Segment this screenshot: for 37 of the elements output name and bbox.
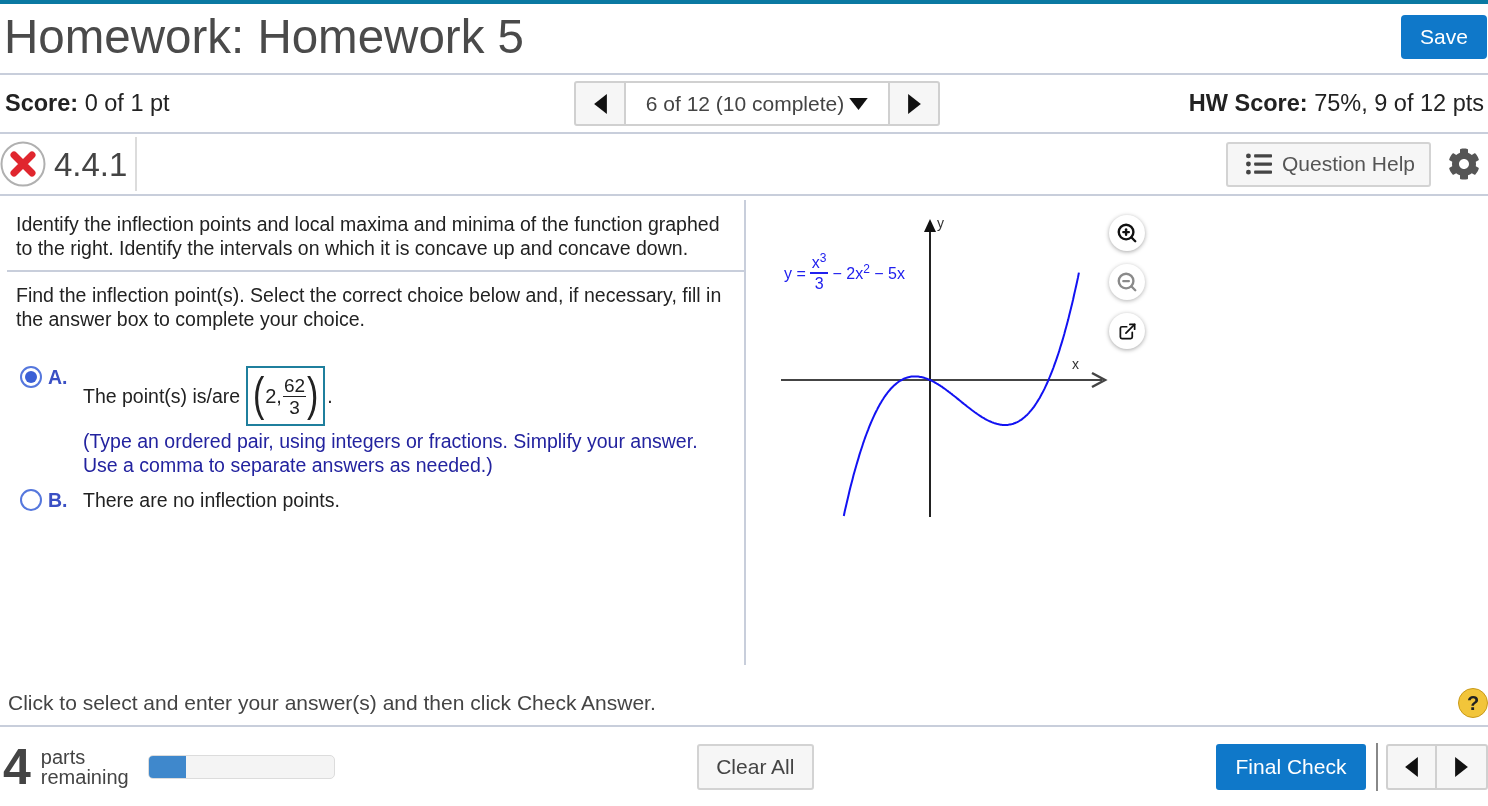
- left-triangle-icon: [593, 93, 607, 114]
- right-triangle-icon: [1455, 756, 1468, 777]
- help-button[interactable]: ?: [1458, 687, 1488, 718]
- axis-label: x: [1072, 356, 1079, 372]
- choice-text: There are no inflection points.: [83, 488, 340, 512]
- choice-text: The point(s) is/are: [83, 384, 241, 408]
- left-triangle-icon: [1405, 756, 1418, 777]
- radio-button[interactable]: [20, 489, 42, 511]
- question-dropdown[interactable]: 6 of 12 (10 complete): [626, 83, 888, 124]
- external-link-icon: [1117, 321, 1137, 341]
- caret-icon: [849, 97, 869, 110]
- save-button[interactable]: Save: [1401, 15, 1487, 59]
- zoom-out-icon: [1116, 271, 1138, 293]
- zoom-in-icon: [1116, 222, 1138, 244]
- parts-label: parts remaining: [40, 746, 130, 787]
- parts-count: 4: [3, 741, 31, 792]
- question-number: 4.4.1: [54, 147, 128, 181]
- radio-button[interactable]: [20, 366, 42, 388]
- question-help-button[interactable]: Question Help: [1226, 141, 1431, 187]
- part-prompt: Find the inflection point(s). Select the correct choice below and, if necessary, fill in the answer box to complete your choice.: [15, 283, 723, 331]
- right-triangle-icon: [907, 93, 921, 114]
- hw-score-text: HW Score: 75%, 9 of 12 pts: [1188, 88, 1484, 118]
- choice-letter: A.: [47, 366, 69, 388]
- instruction-text: Click to select and enter your answer(s) and then click Check Answer.: [8, 689, 656, 716]
- open-window-button[interactable]: [1109, 313, 1145, 349]
- question-prompt: Identify the inflection points and local maxima and minima of the function graphed to the right. Identify the intervals on which it is concave up and concave down.: [15, 212, 721, 260]
- zoom-in-button[interactable]: [1109, 215, 1145, 251]
- hint-text: (Type an ordered pair, using integers or fractions. Simplify your answer. Use a comma to separate answers as needed.): [83, 429, 699, 477]
- clear-all-button[interactable]: Clear All: [696, 743, 814, 790]
- page-title: Homework: Homework 5: [4, 12, 524, 61]
- period-text: .: [327, 384, 333, 408]
- axis-label: y: [937, 215, 944, 231]
- zoom-out-button[interactable]: [1109, 264, 1145, 300]
- choice-letter: B.: [47, 489, 69, 511]
- settings-icon[interactable]: [1448, 148, 1480, 180]
- final-check-button[interactable]: Final Check: [1216, 743, 1366, 790]
- score-text: Score: 0 of 1 pt: [5, 89, 170, 116]
